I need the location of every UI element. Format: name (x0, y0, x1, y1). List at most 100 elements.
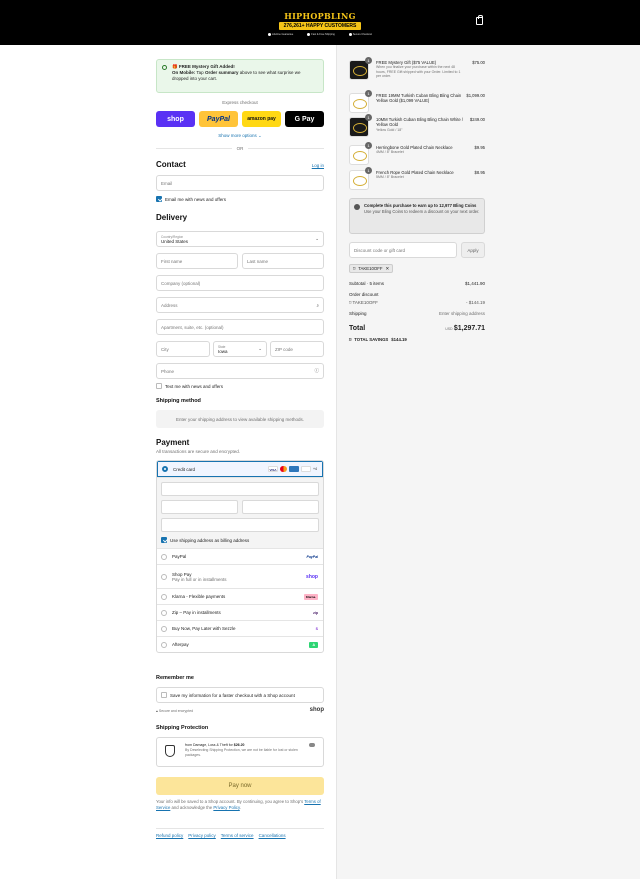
show-more-options[interactable]: Show more options ⌄ (156, 133, 324, 139)
total-amount: USD $1,297.71 (445, 325, 485, 332)
country-value: United States (161, 238, 189, 244)
shipping-method-title: Shipping method (156, 398, 201, 404)
legal-part: . (239, 805, 241, 810)
last-name-field[interactable]: Last name (242, 253, 324, 269)
klarna-radio[interactable] (161, 593, 167, 600)
payment-option-afterpay[interactable]: Afterpay A (157, 636, 323, 652)
more-cards-count: +4 (313, 467, 317, 471)
refund-policy-link[interactable]: Refund policy (156, 833, 183, 838)
remember-me-checkbox[interactable] (161, 692, 167, 698)
currency-code: USD (445, 327, 453, 331)
shop-pay-text: Shop Pay Pay in full or in installments (172, 572, 227, 582)
total-label: Total (349, 325, 366, 332)
afterpay-radio[interactable] (161, 641, 167, 648)
city-field[interactable]: City (156, 341, 210, 357)
payment-option-label: Zip – Pay in installments (172, 610, 221, 615)
contact-title: Contact (156, 160, 186, 169)
discount-code-input[interactable]: Discount code or gift card (349, 242, 457, 258)
first-name-field[interactable]: First name (156, 253, 238, 269)
company-field[interactable]: Company (optional) (156, 275, 324, 291)
amazon-pay-button[interactable]: amazon pay (242, 111, 281, 127)
help-icon[interactable]: ⓘ (315, 368, 320, 374)
payment-option-label: Afterpay (172, 642, 189, 647)
apply-button[interactable]: Apply (461, 242, 485, 258)
newsletter-checkbox-row[interactable]: Email me with news and offers (156, 196, 226, 202)
zip-radio[interactable] (161, 609, 167, 616)
cancellations-link[interactable]: Cancellations (259, 833, 286, 838)
zip-field[interactable]: ZIP code (270, 341, 324, 357)
quantity-badge: 1 (365, 114, 372, 121)
paypal-button[interactable]: PayPal (199, 111, 238, 127)
terms-of-service-link[interactable]: Terms of service (221, 833, 254, 838)
payment-option-shop-pay[interactable]: Shop Pay Pay in full or in installments … (157, 564, 323, 588)
subtotal-label: Subtotal · 5 items (349, 281, 385, 286)
privacy-policy-link[interactable]: Privacy policy (188, 833, 216, 838)
country-select[interactable]: Country/Region United States ⌄ (156, 231, 324, 247)
expiration-field[interactable] (161, 500, 238, 514)
newsletter-checkbox[interactable] (156, 196, 162, 202)
email-field[interactable]: Email (156, 175, 324, 191)
tag-icon: ⌑ (353, 265, 356, 271)
state-select[interactable]: State Iowa ⌄ (213, 341, 267, 357)
klarna-logo-icon: Klarna. (303, 593, 318, 600)
pay-now-button[interactable]: Pay now (156, 777, 324, 795)
name-on-card-field[interactable] (161, 518, 319, 532)
cart-item: 1 FREE 19MM Turkish Cuban Bling Bling Ch… (349, 90, 485, 115)
billing-same-row[interactable]: Use shipping address as billing address (161, 536, 319, 544)
shop-pay-button[interactable]: shop (156, 111, 195, 127)
product-info: Herringbone Gold Plated Chain Necklace 4… (376, 145, 464, 155)
trust-item: Lifetime Guarantee (268, 33, 293, 36)
payment-option-sezzle[interactable]: Buy Now, Pay Later with Sezzle S (157, 620, 323, 636)
cart-item: 1 10MM Turkish Cuban Bling Bling Chain W… (349, 114, 485, 139)
sms-checkbox-row[interactable]: Text me with news and offers (156, 383, 223, 389)
privacy-link[interactable]: Privacy Policy (213, 805, 239, 810)
tag-icon: ⌑ (349, 337, 352, 342)
sezzle-radio[interactable] (161, 625, 167, 632)
payment-option-credit-card[interactable]: Credit card VISA +4 (157, 461, 323, 477)
state-value: Iowa (218, 348, 228, 354)
credit-card-radio[interactable] (162, 466, 168, 472)
gift-text: Tap (196, 70, 204, 75)
phone-field[interactable]: Phone ⓘ (156, 363, 324, 379)
brand-logo[interactable]: HIPHOPBLING 276,261+ HAPPY CUSTOMERS (270, 11, 370, 30)
shop-logo-icon: shop (306, 573, 318, 580)
sezzle-logo-icon: S (315, 626, 318, 631)
trust-badges: Lifetime Guarantee Fast & Free Shipping … (268, 33, 372, 36)
cart-item: 1 French Rope Gold Plated Chain Necklace… (349, 167, 485, 192)
secure-label: Secure and encrypted (158, 709, 194, 713)
product-info: French Rope Gold Plated Chain Necklace 5… (376, 170, 464, 180)
google-pay-button[interactable]: G Pay (285, 111, 324, 127)
apartment-field[interactable]: Apartment, suite, etc. (optional) (156, 319, 324, 335)
payment-option-zip[interactable]: Zip – Pay in installments zip (157, 604, 323, 620)
sms-checkbox[interactable] (156, 383, 162, 389)
protection-toggle[interactable] (309, 743, 315, 747)
remember-me-row[interactable]: Save my information for a faster checkou… (156, 687, 324, 703)
address-field[interactable]: Address ⌕ (156, 297, 324, 313)
paypal-radio[interactable] (161, 553, 167, 560)
coin-icon (354, 204, 360, 210)
shipping-value: Enter shipping address (438, 311, 485, 316)
brand-name: HIPHOPBLING (284, 11, 356, 21)
subtotal-value: $1,441.90 (464, 281, 485, 286)
billing-same-checkbox[interactable] (161, 537, 167, 543)
tag-icon: ⌑ (349, 300, 352, 305)
coins-title: Complete this purchase to earn up to 12,… (364, 203, 477, 208)
payment-option-paypal[interactable]: PayPal PayPal (157, 548, 323, 564)
shipping-protection-title: Shipping Protection (156, 725, 209, 731)
login-link[interactable]: Log in (312, 163, 324, 168)
security-code-field[interactable] (242, 500, 319, 514)
savings-label: TOTAL SAVINGS (354, 337, 389, 342)
product-price: $249.00 (469, 117, 485, 122)
card-number-field[interactable] (161, 482, 319, 496)
remember-title: Remember me (156, 675, 194, 681)
lock-icon: 🔒︎ (156, 709, 158, 713)
payment-option-klarna[interactable]: Klarna - Flexible payments Klarna. (157, 588, 323, 604)
payment-option-label: PayPal (172, 554, 187, 559)
billing-same-label: Use shipping address as billing address (170, 537, 250, 543)
shipping-row: Shipping Enter shipping address (349, 311, 485, 316)
cart-item: 1 FREE Mystery Gift ($75 VALUE) When you… (349, 57, 485, 86)
search-icon: ⌕ (316, 302, 319, 308)
shopping-bag-icon[interactable] (476, 15, 483, 25)
close-icon[interactable]: ✕ (386, 266, 390, 272)
shop-pay-radio[interactable] (161, 573, 167, 580)
